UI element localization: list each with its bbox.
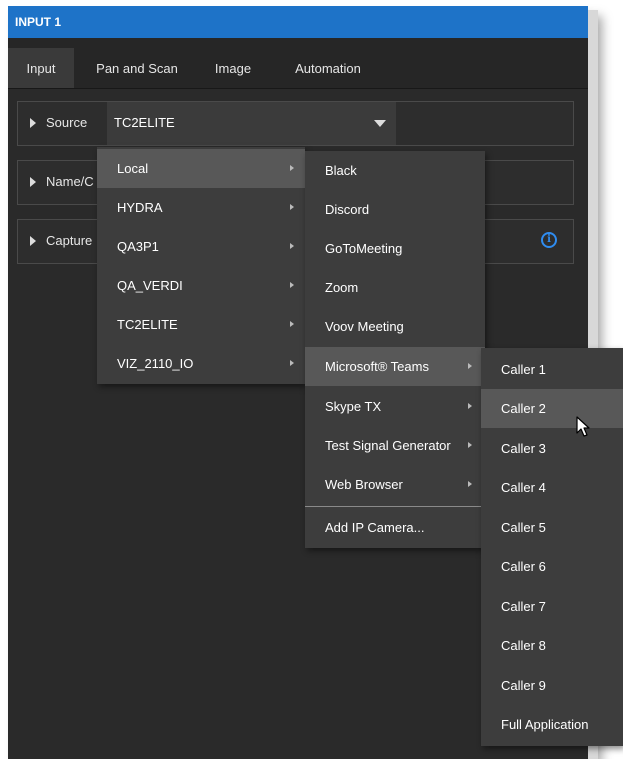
menu-item-label: Local (117, 161, 149, 176)
window-title: INPUT 1 (8, 6, 588, 38)
submenu-arrow-icon (290, 360, 294, 366)
menu-item-label: Microsoft® Teams (325, 359, 429, 374)
submenu-arrow-icon (290, 204, 294, 210)
menu-item-caller-9[interactable]: Caller 9 (481, 666, 623, 705)
menu-item-discord[interactable]: Discord (305, 190, 485, 229)
menu-item-gotomeeting[interactable]: GoToMeeting (305, 229, 485, 268)
source-dropdown[interactable]: TC2ELITE (107, 102, 396, 145)
source-value: TC2ELITE (114, 115, 175, 130)
submenu-arrow-icon (290, 165, 294, 171)
submenu-arrow-icon (468, 481, 472, 487)
tab-automation[interactable]: Automation (278, 48, 378, 88)
menu-item-label: Test Signal Generator (325, 438, 451, 453)
submenu-arrow-icon (468, 363, 472, 369)
menu-item-caller-7[interactable]: Caller 7 (481, 587, 623, 626)
mouse-pointer-icon (576, 416, 590, 437)
menu-item-caller-2[interactable]: Caller 2 (481, 389, 623, 428)
menu-item-black[interactable]: Black (305, 151, 485, 190)
tab-bar: Input Pan and Scan Image Automation (8, 38, 588, 89)
menu-item-qa-verdi[interactable]: QA_VERDI (97, 266, 305, 305)
menu-item-full-application[interactable]: Full Application (481, 705, 623, 744)
menu-item-voov-meeting[interactable]: Voov Meeting (305, 307, 485, 346)
menu-item-test-signal-generator[interactable]: Test Signal Generator (305, 426, 485, 465)
submenu-arrow-icon (290, 282, 294, 288)
menu-item-label: TC2ELITE (117, 317, 178, 332)
menu-item-label: QA3P1 (117, 239, 159, 254)
source-label: Source (46, 115, 88, 130)
teams-callers-menu: Caller 1 Caller 2 Caller 3 Caller 4 Call… (481, 348, 623, 746)
menu-item-zoom[interactable]: Zoom (305, 268, 485, 307)
menu-item-label: Skype TX (325, 399, 382, 414)
menu-item-caller-1[interactable]: Caller 1 (481, 350, 623, 389)
name-label: Name/C (46, 174, 94, 189)
submenu-arrow-icon (290, 321, 294, 327)
expand-triangle-icon[interactable] (30, 177, 36, 187)
local-sources-menu: Black Discord GoToMeeting Zoom Voov Meet… (305, 151, 485, 548)
menu-item-add-ip-camera[interactable]: Add IP Camera... (305, 508, 485, 547)
tab-image[interactable]: Image (203, 48, 263, 88)
menu-item-caller-6[interactable]: Caller 6 (481, 547, 623, 586)
caret-down-icon (374, 120, 386, 127)
menu-item-skype-tx[interactable]: Skype TX (305, 387, 485, 426)
menu-item-caller-5[interactable]: Caller 5 (481, 508, 623, 547)
menu-item-web-browser[interactable]: Web Browser (305, 465, 485, 504)
tab-input[interactable]: Input (8, 48, 74, 88)
source-row: Source TC2ELITE (17, 101, 574, 146)
source-host-menu: Local HYDRA QA3P1 QA_VERDI TC2ELITE VIZ_… (97, 147, 305, 384)
menu-item-viz-2110-io[interactable]: VIZ_2110_IO (97, 344, 305, 383)
menu-item-tc2elite[interactable]: TC2ELITE (97, 305, 305, 344)
menu-item-local[interactable]: Local (97, 149, 305, 188)
info-circle-icon[interactable]: i (541, 232, 557, 248)
menu-item-label: QA_VERDI (117, 278, 183, 293)
menu-item-qa3p1[interactable]: QA3P1 (97, 227, 305, 266)
menu-item-microsoft-teams[interactable]: Microsoft® Teams (305, 347, 485, 386)
capture-label: Capture (46, 233, 93, 248)
submenu-arrow-icon (468, 442, 472, 448)
menu-item-caller-4[interactable]: Caller 4 (481, 468, 623, 507)
submenu-arrow-icon (468, 403, 472, 409)
menu-item-hydra[interactable]: HYDRA (97, 188, 305, 227)
menu-item-caller-8[interactable]: Caller 8 (481, 626, 623, 665)
expand-triangle-icon[interactable] (30, 118, 36, 128)
submenu-arrow-icon (290, 243, 294, 249)
menu-item-label: Web Browser (325, 477, 403, 492)
menu-item-caller-3[interactable]: Caller 3 (481, 429, 623, 468)
tab-pan-and-scan[interactable]: Pan and Scan (82, 48, 192, 88)
menu-item-label: HYDRA (117, 200, 163, 215)
menu-separator (305, 506, 481, 507)
menu-item-label: VIZ_2110_IO (117, 356, 194, 371)
expand-triangle-icon[interactable] (30, 236, 36, 246)
